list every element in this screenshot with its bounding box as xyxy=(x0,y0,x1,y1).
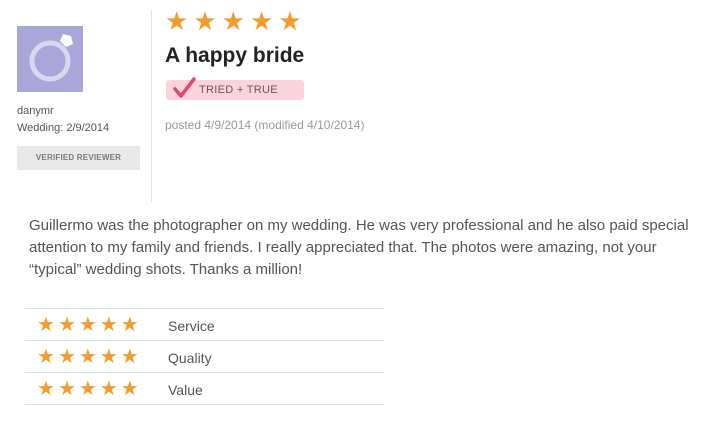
star-icon: ★ xyxy=(99,314,118,336)
reviewer-panel: danymr Wedding: 2/9/2014 VERIFIED REVIEW… xyxy=(17,26,142,170)
service-rating-stars: ★ ★ ★ ★ ★ xyxy=(37,315,139,335)
tried-true-label: TRIED + TRUE xyxy=(199,84,278,96)
review-body: Guillermo was the photographer on my wed… xyxy=(29,217,689,278)
star-icon: ★ xyxy=(99,346,118,368)
star-icon: ★ xyxy=(278,6,302,36)
value-rating-stars: ★ ★ ★ ★ ★ xyxy=(37,379,139,399)
star-icon: ★ xyxy=(120,346,139,368)
review-card: danymr Wedding: 2/9/2014 VERIFIED REVIEW… xyxy=(0,0,720,422)
star-icon: ★ xyxy=(57,378,76,400)
review-title: A happy bride xyxy=(165,44,305,67)
star-icon: ★ xyxy=(249,6,274,36)
star-icon: ★ xyxy=(57,314,76,336)
star-icon: ★ xyxy=(37,346,55,368)
star-icon: ★ xyxy=(37,314,55,336)
star-icon: ★ xyxy=(120,378,139,400)
rating-label: Service xyxy=(168,318,215,334)
rating-row-value: ★ ★ ★ ★ ★ Value xyxy=(25,372,384,405)
star-icon: ★ xyxy=(193,6,217,36)
verified-reviewer-badge: VERIFIED REVIEWER xyxy=(17,146,140,170)
tried-true-badge: TRIED + TRUE xyxy=(166,77,304,100)
posted-date: posted 4/9/2014 (modified 4/10/2014) xyxy=(165,118,365,132)
quality-rating-stars: ★ ★ ★ ★ ★ xyxy=(37,347,139,367)
star-icon: ★ xyxy=(120,314,139,336)
star-icon: ★ xyxy=(221,6,245,36)
star-icon: ★ xyxy=(57,346,76,368)
rating-row-quality: ★ ★ ★ ★ ★ Quality xyxy=(25,340,384,372)
category-ratings: ★ ★ ★ ★ ★ Service ★ ★ ★ ★ ★ Quality ★ ★ … xyxy=(25,308,384,405)
checkmark-icon xyxy=(173,77,196,98)
star-icon: ★ xyxy=(99,378,118,400)
rating-row-service: ★ ★ ★ ★ ★ Service xyxy=(25,308,384,340)
star-icon: ★ xyxy=(78,346,97,368)
overall-rating-stars: ★ ★ ★ ★ ★ xyxy=(165,8,302,34)
star-icon: ★ xyxy=(165,6,189,36)
avatar[interactable] xyxy=(17,26,83,92)
wedding-date: Wedding: 2/9/2014 xyxy=(17,122,110,134)
star-icon: ★ xyxy=(78,314,97,336)
rating-label: Quality xyxy=(168,350,212,366)
column-divider xyxy=(151,10,152,202)
star-icon: ★ xyxy=(37,378,55,400)
ring-icon xyxy=(17,26,83,92)
reviewer-name[interactable]: danymr xyxy=(17,105,142,117)
star-icon: ★ xyxy=(78,378,97,400)
rating-label: Value xyxy=(168,382,203,398)
